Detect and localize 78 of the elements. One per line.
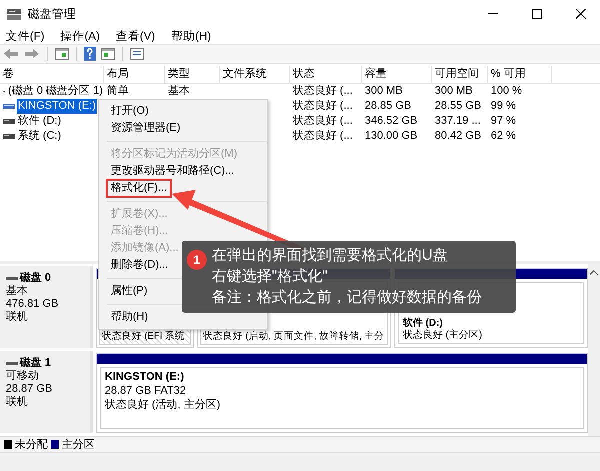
table-cell: 99 % bbox=[491, 100, 516, 112]
partition-info: 状态良好 (启动, 页面文件, 故障转储, 主分 bbox=[203, 331, 385, 343]
partition-info: 状态良好 (EFI 系统 bbox=[102, 331, 186, 343]
menu-option[interactable]: 删除卷(D)... bbox=[107, 257, 172, 274]
maximize-icon[interactable] bbox=[532, 9, 542, 19]
menu-option[interactable]: 格式化(F)... bbox=[107, 180, 172, 197]
callout-text: 备注：格式化之前，记得做好数据的备份 bbox=[212, 288, 483, 308]
table-cell: 状态良好 (... bbox=[293, 130, 353, 142]
table-cell: 状态良好 (... bbox=[293, 85, 353, 97]
table-cell: 337.19 ... bbox=[435, 115, 481, 127]
back-icon[interactable] bbox=[3, 48, 19, 60]
partition-name: KINGSTON (E:) bbox=[105, 370, 186, 384]
table-cell: 130.00 GB bbox=[365, 130, 418, 142]
disk-status: 联机 bbox=[6, 311, 29, 324]
column-header[interactable]: 可用空间 bbox=[432, 66, 488, 83]
table-cell: 28.55 GB bbox=[435, 100, 482, 112]
table-cell: 状态良好 (... bbox=[293, 100, 353, 112]
forward-icon[interactable] bbox=[24, 48, 40, 60]
column-header[interactable]: 容量 bbox=[362, 66, 432, 83]
column-header[interactable]: 卷 bbox=[0, 66, 104, 83]
column-header[interactable]: 布局 bbox=[104, 66, 165, 83]
column-header[interactable]: 类型 bbox=[165, 66, 220, 83]
menu-item[interactable]: 操作(A) bbox=[60, 28, 100, 44]
disk-size: 476.81 GB bbox=[6, 298, 60, 311]
help-icon[interactable] bbox=[84, 47, 96, 61]
disk-type: 基本 bbox=[6, 285, 29, 298]
disk-size: 28.87 GB bbox=[6, 383, 54, 396]
table-cell: 100 % bbox=[491, 85, 522, 97]
table-cell: 简单 bbox=[107, 85, 129, 97]
close-icon[interactable] bbox=[576, 9, 586, 19]
partition-name: 软件 (D:) bbox=[403, 318, 444, 330]
menu-item[interactable]: 帮助(H) bbox=[171, 28, 212, 44]
disk-name: 磁盘 1 bbox=[20, 357, 52, 370]
drive-icon bbox=[3, 118, 15, 124]
column-header[interactable]: % 可用 bbox=[488, 66, 552, 83]
menu-option[interactable]: 资源管理器(E) bbox=[107, 120, 185, 137]
menu-item[interactable]: 查看(V) bbox=[116, 28, 156, 44]
partition-block[interactable]: KINGSTON (E:) 28.87 GB FAT32 状态良好 (活动, 主分区) bbox=[96, 353, 588, 433]
menu-option[interactable]: 属性(P) bbox=[107, 283, 152, 300]
disk-management-icon bbox=[6, 7, 22, 21]
table-cell: 300 MB bbox=[365, 85, 403, 97]
volume-name[interactable]: (磁盘 0 磁盘分区 1) bbox=[7, 84, 104, 99]
volume-name[interactable]: 软件 (D:) bbox=[17, 114, 62, 129]
table-cell: 80.42 GB bbox=[435, 130, 482, 142]
menu-option[interactable]: 帮助(H) bbox=[107, 309, 152, 326]
volume-name[interactable]: KINGSTON (E:) bbox=[17, 99, 98, 114]
menu-option[interactable]: 更改驱动器号和路径(C)... bbox=[107, 163, 238, 180]
disk-status: 联机 bbox=[6, 396, 29, 409]
table-cell: 62 % bbox=[491, 130, 516, 142]
table-cell: 状态良好 (... bbox=[293, 115, 353, 127]
drive-icon bbox=[3, 104, 15, 110]
table-cell: 300 MB bbox=[435, 85, 473, 97]
callout-text: 在弹出的界面找到需要格式化的U盘 bbox=[212, 246, 449, 266]
menu-option[interactable]: 打开(O) bbox=[107, 103, 153, 120]
disk-type: 可移动 bbox=[6, 370, 40, 383]
list-icon[interactable] bbox=[130, 48, 144, 60]
table-cell: 346.52 GB bbox=[365, 115, 418, 127]
partition-info: 28.87 GB FAT32 bbox=[105, 384, 188, 398]
legend-label: 未分配 bbox=[15, 438, 48, 452]
disk-name: 磁盘 0 bbox=[20, 272, 52, 285]
table-cell: 基本 bbox=[168, 85, 190, 97]
partition-info: 状态良好 (主分区) bbox=[403, 330, 484, 342]
column-header[interactable]: 文件系统 bbox=[220, 66, 290, 83]
table-cell: 97 % bbox=[491, 115, 516, 127]
window-title: 磁盘管理 bbox=[28, 6, 76, 22]
pane-icon[interactable] bbox=[101, 48, 115, 60]
step-badge: 1 bbox=[187, 250, 207, 270]
partition-info: 状态良好 (活动, 主分区) bbox=[105, 398, 222, 412]
column-header[interactable]: 状态 bbox=[290, 66, 362, 83]
drive-icon bbox=[3, 134, 15, 140]
table-cell: 28.85 GB bbox=[365, 100, 412, 112]
scrollbar[interactable] bbox=[588, 264, 600, 436]
callout-text: 右键选择"格式化" bbox=[212, 267, 329, 287]
scroll-up-icon[interactable] bbox=[590, 270, 598, 275]
menu-item[interactable]: 文件(F) bbox=[6, 28, 45, 44]
volume-name[interactable]: 系统 (C:) bbox=[17, 129, 62, 144]
legend-label: 主分区 bbox=[62, 438, 95, 452]
pane-icon[interactable] bbox=[55, 48, 69, 60]
